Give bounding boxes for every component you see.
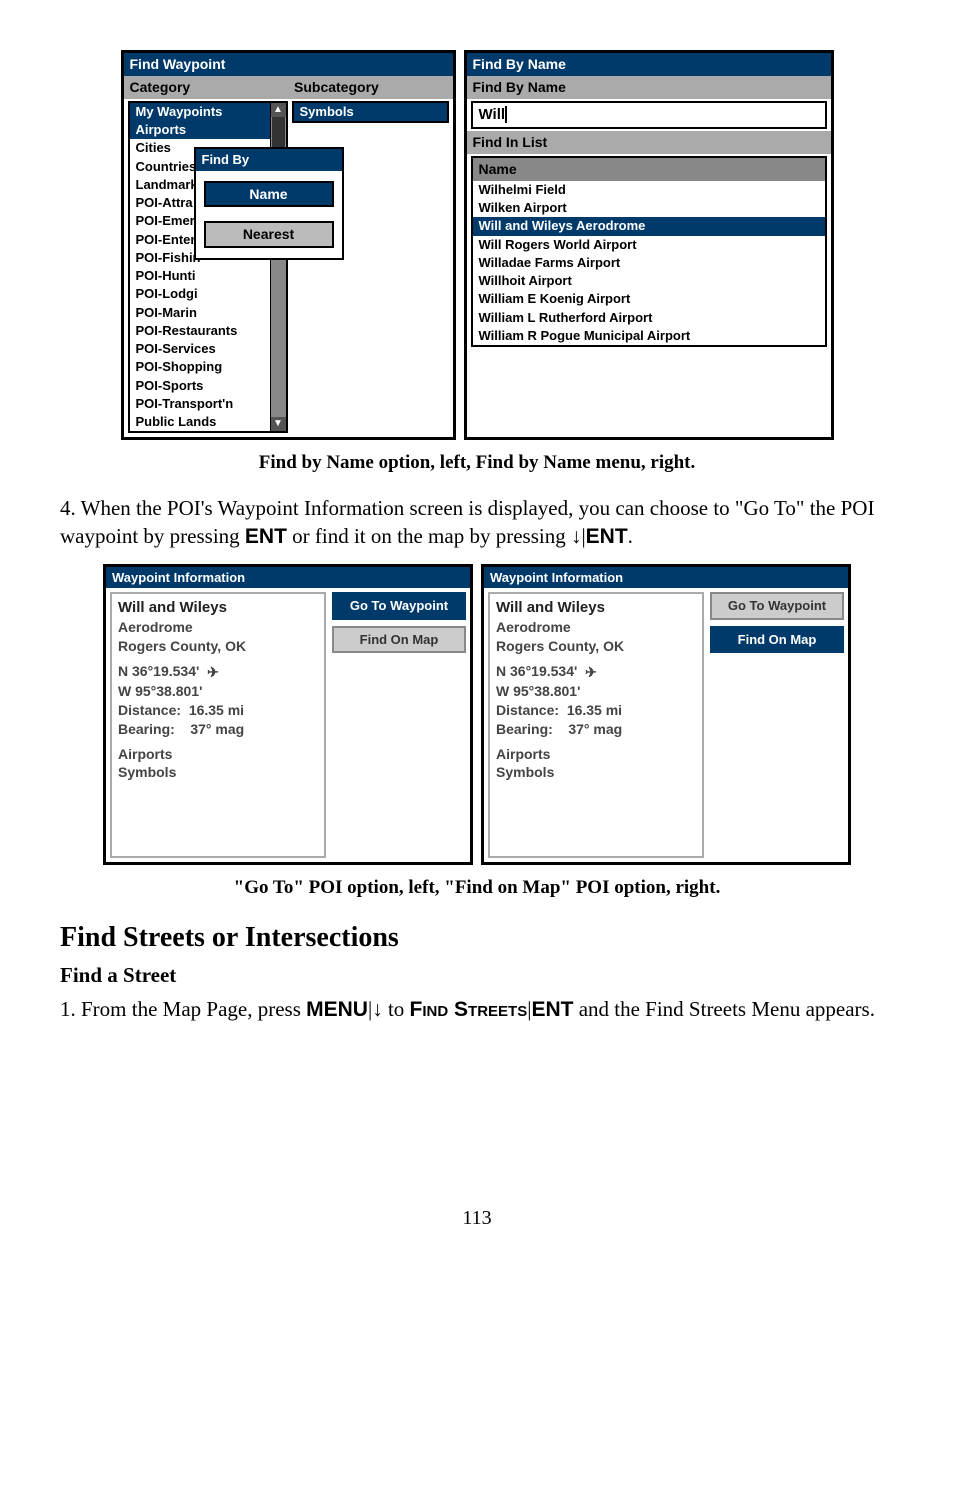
list-item[interactable]: William L Rutherford Airport (473, 309, 825, 327)
find-by-name-button[interactable]: Name (204, 181, 334, 208)
list-item[interactable]: POI-Services (130, 340, 270, 358)
list-item[interactable]: Airports (130, 121, 270, 139)
figure2-caption: "Go To" POI option, left, "Find on Map" … (60, 875, 894, 901)
window-title: Find Waypoint (124, 53, 453, 76)
list-item[interactable]: POI-Lodgi (130, 285, 270, 303)
popup-title: Find By (196, 149, 342, 171)
waypoint-name: Will and Wileys (118, 598, 318, 618)
scroll-up-icon[interactable]: ▲ (271, 103, 286, 117)
scroll-down-icon[interactable]: ▼ (271, 417, 286, 431)
list-item[interactable]: Wilken Airport (473, 199, 825, 217)
waypoint-sub: Aerodrome (496, 618, 696, 637)
waypoint-lon: W 95°38.801' (496, 682, 696, 701)
waypoint-subcategory: Symbols (118, 763, 318, 782)
list-item[interactable]: Will and Wileys Aerodrome (473, 217, 825, 235)
waypoint-name: Will and Wileys (496, 598, 696, 618)
waypoint-county: Rogers County, OK (496, 637, 696, 656)
find-in-list-label: Find In List (467, 131, 831, 154)
waypoint-category: Airports (496, 745, 696, 764)
waypoint-lat: N 36°19.534' (118, 663, 199, 679)
page-number: 113 (60, 1205, 894, 1232)
window-title: Waypoint Information (106, 567, 470, 589)
list-item[interactable]: Willhoit Airport (473, 272, 825, 290)
figure1-caption: Find by Name option, left, Find by Name … (60, 450, 894, 476)
list-item[interactable]: My Waypoints (130, 103, 270, 121)
waypoint-details: Will and Wileys Aerodrome Rogers County,… (110, 592, 326, 858)
find-on-map-button[interactable]: Find On Map (332, 626, 466, 654)
subcategory-list[interactable]: Symbols (292, 101, 449, 123)
waypoint-category: Airports (118, 745, 318, 764)
go-to-waypoint-button[interactable]: Go To Waypoint (710, 592, 844, 620)
category-header: Category (124, 76, 289, 99)
list-item[interactable]: William E Koenig Airport (473, 290, 825, 308)
step-4-text: 4. When the POI's Waypoint Information s… (60, 494, 894, 552)
list-item[interactable]: Symbols (294, 103, 447, 121)
find-on-map-button[interactable]: Find On Map (710, 626, 844, 654)
airport-icon: ✈ (203, 663, 219, 682)
search-input[interactable]: Will (471, 101, 827, 129)
waypoint-details: Will and Wileys Aerodrome Rogers County,… (488, 592, 704, 858)
window-title: Find By Name (467, 53, 831, 76)
subtitle-label: Find By Name (467, 76, 831, 99)
find-by-name-screen: Find By Name Find By Name Will Find In L… (464, 50, 834, 440)
list-item[interactable]: POI-Marin (130, 304, 270, 322)
waypoint-lon: W 95°38.801' (118, 682, 318, 701)
subcategory-header: Subcategory (288, 76, 453, 99)
list-item[interactable]: POI-Hunti (130, 267, 270, 285)
results-list[interactable]: Name Wilhelmi Field Wilken Airport Will … (471, 156, 827, 347)
waypoint-lat: N 36°19.534' (496, 663, 577, 679)
list-item[interactable]: POI-Transport'n (130, 395, 270, 413)
name-column-header: Name (473, 158, 825, 181)
find-by-nearest-button[interactable]: Nearest (204, 221, 334, 248)
waypoint-info-screen-findmap: Waypoint Information Will and Wileys Aer… (481, 564, 851, 866)
window-title: Waypoint Information (484, 567, 848, 589)
subsection-heading: Find a Street (60, 961, 894, 989)
airport-icon: ✈ (581, 663, 597, 682)
waypoint-info-screen-goto: Waypoint Information Will and Wileys Aer… (103, 564, 473, 866)
waypoint-county: Rogers County, OK (118, 637, 318, 656)
list-item[interactable]: William R Pogue Municipal Airport (473, 327, 825, 345)
list-item[interactable]: Willadae Farms Airport (473, 254, 825, 272)
list-item[interactable]: POI-Restaurants (130, 322, 270, 340)
list-item[interactable]: POI-Sports (130, 377, 270, 395)
find-by-popup: Find By Name Nearest (194, 147, 344, 260)
step-1-text: 1. From the Map Page, press MENU|↓ to Fi… (60, 995, 894, 1024)
list-item[interactable]: POI-Shopping (130, 358, 270, 376)
list-item[interactable]: Public Lands (130, 413, 270, 431)
find-waypoint-screen: Find Waypoint Category Subcategory My Wa… (121, 50, 456, 440)
list-item[interactable]: Wilhelmi Field (473, 181, 825, 199)
section-heading: Find Streets or Intersections (60, 919, 894, 957)
waypoint-sub: Aerodrome (118, 618, 318, 637)
go-to-waypoint-button[interactable]: Go To Waypoint (332, 592, 466, 620)
list-item[interactable]: Will Rogers World Airport (473, 236, 825, 254)
search-value: Will (479, 106, 506, 123)
waypoint-subcategory: Symbols (496, 763, 696, 782)
